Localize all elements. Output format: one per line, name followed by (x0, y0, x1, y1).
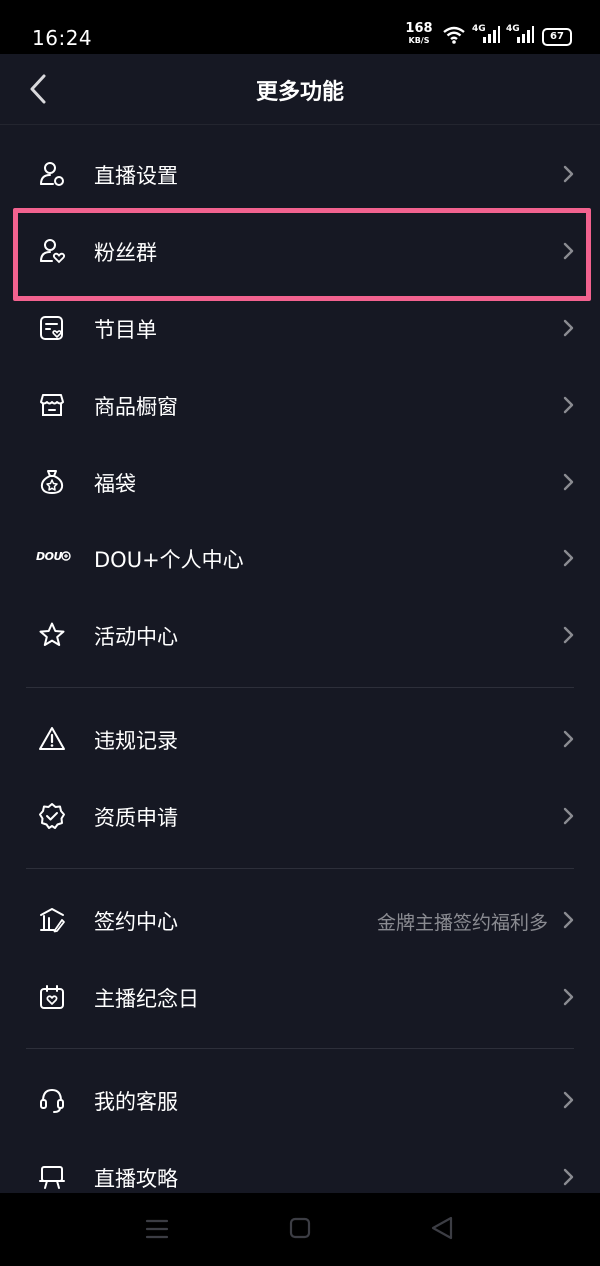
highlight-box (13, 208, 591, 301)
status-bar: 16:24 168 KB/S 4G 4G 67 (0, 0, 600, 54)
calendar-heart-icon (40, 985, 64, 1009)
wifi-icon (443, 26, 465, 44)
chevron-right-icon (563, 319, 574, 337)
chevron-right-icon (563, 396, 574, 414)
network-speed: 168 KB/S (404, 21, 434, 46)
menu-label: 活动中心 (94, 625, 178, 649)
menu-label: 我的客服 (94, 1090, 178, 1114)
program-list-icon (40, 316, 63, 340)
back-triangle-icon[interactable] (422, 1211, 462, 1247)
menu-label: 主播纪念日 (94, 987, 199, 1011)
dou-icon-text: DOU (36, 550, 62, 563)
menu-item-live-settings[interactable]: 直播设置 (0, 136, 600, 212)
home-square-icon[interactable] (280, 1211, 320, 1247)
menu-item-customer-service[interactable]: 我的客服 (0, 1062, 600, 1138)
lucky-bag-icon (40, 470, 64, 495)
dou-plus-mark-icon (61, 551, 71, 561)
menu-item-lucky-bag[interactable]: 福袋 (0, 444, 600, 520)
storefront-icon (40, 394, 64, 416)
signal-bars-icon (483, 26, 500, 43)
presentation-board-icon (39, 1166, 65, 1189)
star-icon (39, 622, 65, 646)
network-speed-unit: KB/S (408, 36, 430, 45)
user-settings-icon (40, 162, 64, 186)
menu-item-anchor-anniversary[interactable]: 主播纪念日 (0, 959, 600, 1035)
menu-label: 商品橱窗 (94, 395, 178, 419)
chevron-right-icon (563, 1091, 574, 1109)
chevron-right-icon (563, 549, 574, 567)
battery-icon: 67 (542, 28, 572, 46)
signal-4g-icon-1: 4G (472, 24, 502, 46)
menu-label: 直播攻略 (94, 1167, 178, 1191)
divider (26, 1048, 574, 1049)
page-title: 更多功能 (255, 80, 344, 105)
menu-item-dou-plus-center[interactable]: DOU DOU+个人中心 (0, 520, 600, 596)
menu-item-violation-records[interactable]: 违规记录 (0, 701, 600, 777)
signal-4g-icon-2: 4G (506, 24, 536, 46)
divider (26, 687, 574, 688)
chevron-right-icon (563, 730, 574, 748)
chevron-right-icon (563, 473, 574, 491)
chevron-right-icon (563, 988, 574, 1006)
chevron-right-icon (563, 165, 574, 183)
chevron-right-icon (563, 626, 574, 644)
battery-level: 67 (550, 31, 564, 42)
menu-label: 违规记录 (94, 729, 178, 753)
menu-item-activity-center[interactable]: 活动中心 (0, 597, 600, 673)
chevron-right-icon (563, 911, 574, 929)
verified-badge-icon (39, 803, 65, 829)
divider (26, 868, 574, 869)
menu-icon[interactable] (137, 1211, 177, 1247)
menu-item-contract-center[interactable]: 签约中心 金牌主播签约福利多 (0, 882, 600, 958)
menu-item-product-showcase[interactable]: 商品橱窗 (0, 367, 600, 443)
warning-icon (39, 727, 65, 750)
chevron-right-icon (563, 807, 574, 825)
menu-label: 资质申请 (94, 806, 178, 830)
headset-icon (40, 1088, 64, 1113)
menu-label: 福袋 (94, 472, 136, 496)
navigation-bar (0, 1193, 600, 1266)
chevron-right-icon (563, 1168, 574, 1186)
signal-bars-icon (517, 26, 534, 43)
menu-label: 直播设置 (94, 164, 178, 188)
network-speed-value: 168 (405, 21, 433, 36)
menu-label: 签约中心 (94, 910, 178, 934)
dou-plus-icon: DOU (36, 544, 71, 572)
header: 更多功能 (0, 54, 600, 125)
menu-item-qualification-application[interactable]: 资质申请 (0, 778, 600, 854)
contract-promo-hint: 金牌主播签约福利多 (376, 912, 548, 934)
status-time: 16:24 (32, 26, 93, 50)
menu-label: 节目单 (94, 318, 157, 342)
menu-item-program-list[interactable]: 节目单 (0, 290, 600, 366)
contract-building-icon (40, 908, 65, 933)
menu-label: DOU+个人中心 (94, 548, 244, 572)
